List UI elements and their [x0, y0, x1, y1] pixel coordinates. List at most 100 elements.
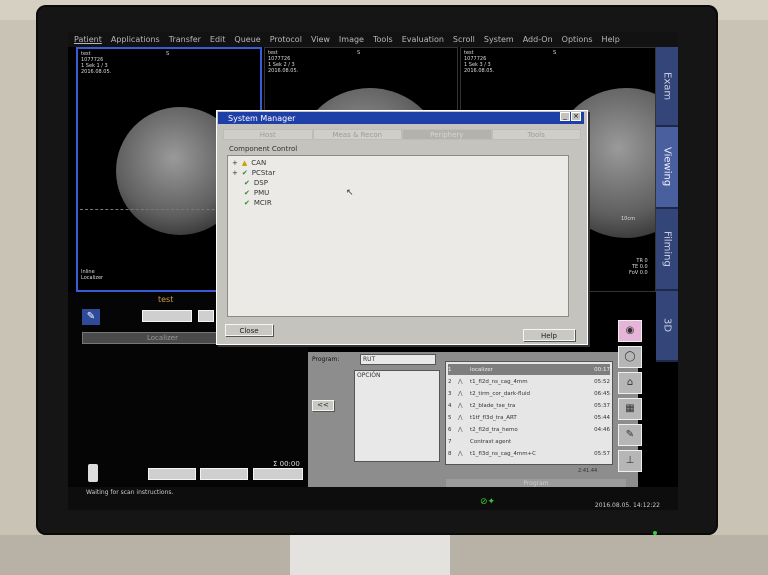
menu-options[interactable]: Options [562, 35, 593, 44]
tab-filming[interactable]: Filming [656, 209, 678, 291]
menu-edit[interactable]: Edit [210, 35, 226, 44]
expand-icon[interactable]: + [232, 169, 238, 177]
task-card-tabs: Exam Viewing Filming 3D [656, 47, 678, 362]
menu-system[interactable]: System [484, 35, 514, 44]
brain-icon[interactable]: ◉ [618, 320, 642, 342]
protocol-row-6[interactable]: 6 ⋀ t2_fl2d_tra_hemo 04:46 [448, 424, 610, 435]
queue-button-1[interactable] [142, 310, 192, 322]
minimize-icon[interactable]: _ [560, 112, 570, 121]
viewport-3-params: TR 0 TE 0.0 FoV 0.0 [629, 258, 648, 276]
tab-periphery[interactable]: Periphery [402, 129, 492, 140]
system-manager-tabs: Host Meas & Recon Periphery Tools [223, 129, 581, 140]
component-tree[interactable]: + ▲ CAN + ✔ PCStar ✔ DSP ✔ PMU ✔ MCIR ↖ [227, 155, 569, 317]
program-panel: Program: RUT OPCIÓN << 1 localizer 00:17 2… [308, 352, 638, 492]
check-icon: ✔ [244, 179, 250, 187]
help-button[interactable]: Help [523, 329, 575, 341]
protocol-list[interactable]: 1 localizer 00:17 2 ⋀ t1_fl2d_ns_cag_4mm 05:5… [445, 361, 613, 465]
program-field[interactable]: RUT [360, 354, 436, 365]
menu-patient[interactable]: Patient [74, 35, 102, 44]
tab-tools[interactable]: Tools [491, 129, 581, 140]
close-button[interactable]: Close [225, 324, 273, 336]
dialog-title: System Manager [228, 113, 296, 123]
tree-item-mcir[interactable]: ✔ MCIR [244, 199, 272, 207]
menu-queue[interactable]: Queue [234, 35, 260, 44]
pen-icon[interactable]: ✎ [618, 424, 642, 446]
total-time-label: Σ 00:00 [273, 460, 300, 468]
queue-action-button-1[interactable] [148, 468, 196, 480]
protocol-row-2[interactable]: 2 ⋀ t1_fl2d_ns_cag_4mm 05:52 [448, 376, 610, 387]
menu-protocol[interactable]: Protocol [270, 35, 302, 44]
check-icon: ✔ [244, 189, 250, 197]
expand-icon[interactable]: + [232, 159, 238, 167]
tree-item-can[interactable]: + ▲ CAN [232, 159, 266, 167]
queue-button-2[interactable] [198, 310, 214, 322]
protocol-row-7[interactable]: 7 Contrast agent [448, 436, 610, 447]
queue-action-button-3[interactable] [253, 468, 303, 480]
viewport-2-orientation: S [357, 50, 361, 56]
patient-name-label: test [158, 295, 174, 304]
protocol-row-1[interactable]: 1 localizer 00:17 [448, 364, 610, 375]
check-icon: ✔ [244, 199, 250, 207]
move-left-button[interactable]: << [312, 400, 334, 411]
trash-icon[interactable] [88, 464, 98, 482]
menu-bar: Patient Applications Transfer Edit Queue… [68, 32, 678, 47]
tree-item-pcstar[interactable]: + ✔ PCStar [232, 169, 275, 177]
status-bar: Waiting for scan instructions. ⊘✦ 2016.0… [68, 487, 678, 510]
side-tool-icons: ◉ ◯ ⌂ ▦ ✎ ⊥ [616, 320, 646, 490]
menu-transfer[interactable]: Transfer [169, 35, 201, 44]
tab-viewing[interactable]: Viewing [656, 127, 678, 209]
network-status-icon: ⊘✦ [480, 497, 496, 507]
grid-icon[interactable]: ▦ [618, 398, 642, 420]
viewport-1-orientation: S [166, 51, 170, 57]
head-coil-icon[interactable]: ◯ [618, 346, 642, 368]
menu-applications[interactable]: Applications [111, 35, 160, 44]
menu-tools[interactable]: Tools [373, 35, 393, 44]
edit-pencil-icon[interactable]: ✎ [82, 309, 100, 325]
sequence-icon: ⋀ [458, 414, 463, 421]
sequence-icon: ⋀ [458, 426, 463, 433]
protocol-row-8[interactable]: 8 ⋀ t1_fl3d_ns_cag_4mm+C 05:57 [448, 448, 610, 459]
sequence-icon: ⋀ [458, 378, 463, 385]
viewport-3-scale-info: 10cm [621, 216, 635, 222]
tab-host[interactable]: Host [223, 129, 313, 140]
protocol-row-5[interactable]: 5 ⋀ t1tf_fl3d_tra_ART 05:44 [448, 412, 610, 423]
menu-scroll[interactable]: Scroll [453, 35, 475, 44]
tab-exam[interactable]: Exam [656, 47, 678, 127]
sequence-icon: ⋀ [458, 402, 463, 409]
protocol-row-3[interactable]: 3 ⋀ t2_tirm_cor_dark-fluid 06:45 [448, 388, 610, 399]
menu-image[interactable]: Image [339, 35, 364, 44]
menu-help[interactable]: Help [602, 35, 620, 44]
dialog-titlebar: System Manager [218, 112, 584, 124]
status-message: Waiting for scan instructions. [86, 489, 174, 496]
check-icon: ✔ [241, 169, 248, 177]
tree-item-dsp[interactable]: ✔ DSP [244, 179, 268, 187]
viewport-3-orientation: S [553, 50, 557, 56]
power-led [653, 531, 657, 535]
syringe-icon[interactable]: ⊥ [618, 450, 642, 472]
mouse-cursor-icon: ↖ [346, 188, 354, 198]
program-label: Program: [312, 356, 340, 363]
component-control-label: Component Control [229, 145, 298, 153]
viewport-3-info: test 1077726 1 Sek 3 / 3 2016.08.05. [464, 50, 495, 74]
scanner-screen: Patient Applications Transfer Edit Queue… [68, 32, 678, 510]
option-list[interactable]: OPCIÓN [354, 370, 440, 462]
protocol-row-4[interactable]: 4 ⋀ t2_blade_tse_tra 05:37 [448, 400, 610, 411]
close-icon[interactable]: × [571, 112, 581, 121]
menu-add-on[interactable]: Add-On [523, 35, 553, 44]
queue-action-button-2[interactable] [200, 468, 248, 480]
sequence-icon: ⋀ [458, 390, 463, 397]
viewport-1-info: test 1077726 1 Sek 1 / 3 2016.08.05. [81, 51, 112, 75]
tool-icon[interactable]: ⌂ [618, 372, 642, 394]
menu-evaluation[interactable]: Evaluation [402, 35, 444, 44]
sequence-icon: ⋀ [458, 450, 463, 457]
program-total-time: 2:41.44 [578, 468, 598, 474]
system-manager-dialog: System Manager _ × Host Meas & Recon Per… [216, 110, 588, 345]
monitor-stand [290, 530, 450, 575]
viewport-2-info: test 1077726 1 Sek 2 / 3 2016.08.05. [268, 50, 299, 74]
tab-meas-recon[interactable]: Meas & Recon [312, 129, 402, 140]
warning-icon: ▲ [241, 159, 248, 167]
date-time: 2016.08.05. 14:12:22 [594, 502, 660, 509]
menu-view[interactable]: View [311, 35, 330, 44]
tree-item-pmu[interactable]: ✔ PMU [244, 189, 269, 197]
tab-3d[interactable]: 3D [656, 291, 678, 362]
